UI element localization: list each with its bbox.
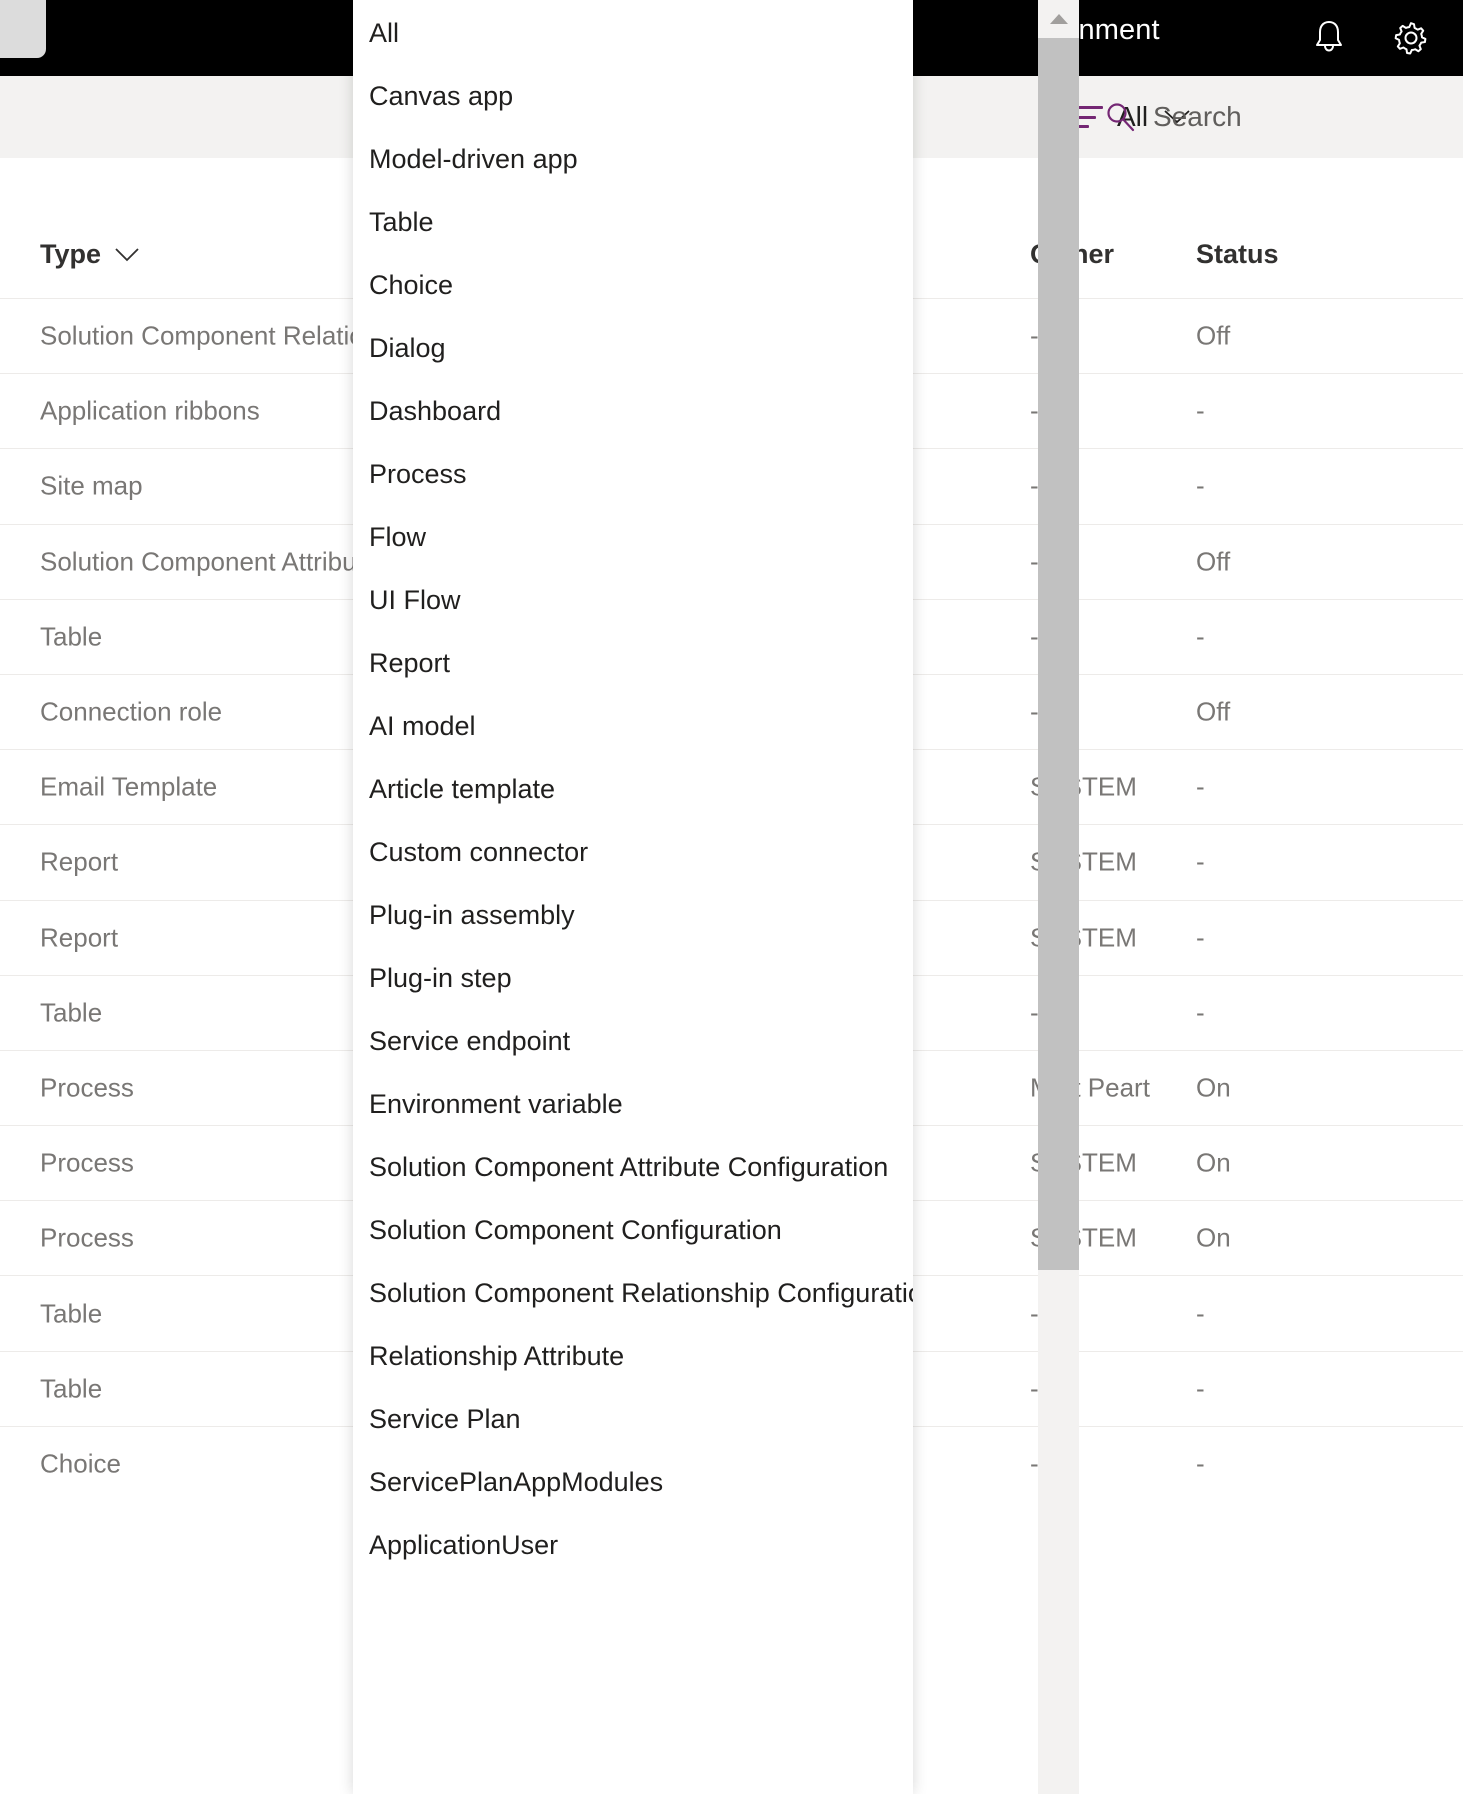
cell-type: Table — [40, 997, 102, 1028]
cell-type: Site map — [40, 471, 143, 502]
cell-status: - — [1196, 396, 1205, 427]
dropdown-option[interactable]: Custom connector — [353, 821, 913, 884]
cell-type: Table — [40, 621, 102, 652]
dropdown-option[interactable]: ApplicationUser — [353, 1514, 913, 1577]
search-icon — [1103, 100, 1137, 134]
cell-status: Off — [1196, 697, 1230, 728]
cell-status: - — [1196, 1373, 1205, 1404]
cell-type: Table — [40, 1373, 102, 1404]
cell-type: Connection role — [40, 697, 222, 728]
cell-type: Process — [40, 1148, 134, 1179]
dropdown-option[interactable]: Table — [353, 191, 913, 254]
dropdown-option[interactable]: Solution Component Relationship Configur… — [353, 1262, 913, 1325]
column-header-type[interactable]: Type — [40, 239, 139, 270]
dropdown-option[interactable]: Service endpoint — [353, 1010, 913, 1073]
cell-type: Process — [40, 1072, 134, 1103]
search-input[interactable]: Search — [1153, 101, 1242, 133]
dropdown-option[interactable]: Flow — [353, 506, 913, 569]
cell-type: Process — [40, 1223, 134, 1254]
cell-status: On — [1196, 1223, 1231, 1254]
dropdown-option[interactable]: Report — [353, 632, 913, 695]
dropdown-option[interactable]: Plug-in step — [353, 947, 913, 1010]
cell-status: On — [1196, 1072, 1231, 1103]
column-header-status[interactable]: Status — [1196, 239, 1279, 270]
dropdown-option[interactable]: Choice — [353, 254, 913, 317]
cell-type: Report — [40, 847, 118, 878]
gear-icon[interactable] — [1383, 10, 1439, 66]
dropdown-option[interactable]: Solution Component Configuration — [353, 1199, 913, 1262]
cell-status: Off — [1196, 321, 1230, 352]
cell-type: Application ribbons — [40, 396, 260, 427]
dropdown-option[interactable]: Service Plan — [353, 1388, 913, 1451]
browser-tab[interactable] — [0, 0, 46, 58]
dropdown-option[interactable]: Canvas app — [353, 65, 913, 128]
dropdown-option[interactable]: ServicePlanAppModules — [353, 1451, 913, 1514]
dropdown-option[interactable]: Environment variable — [353, 1073, 913, 1136]
dropdown-option[interactable]: Dashboard — [353, 380, 913, 443]
dropdown-option[interactable]: UI Flow — [353, 569, 913, 632]
cell-type: Email Template — [40, 772, 217, 803]
dropdown-option[interactable]: Process — [353, 443, 913, 506]
dropdown-option[interactable]: All — [353, 2, 913, 65]
cell-status: On — [1196, 1148, 1231, 1179]
cell-status: - — [1196, 1448, 1205, 1479]
bell-icon[interactable] — [1301, 10, 1357, 66]
dropdown-option[interactable]: Article template — [353, 758, 913, 821]
column-header-type-label: Type — [40, 239, 101, 270]
header-actions — [1301, 4, 1439, 72]
type-filter-dropdown: AllCanvas appModel-driven appTableChoice… — [353, 0, 913, 1794]
cell-status: - — [1196, 621, 1205, 652]
column-header-status-label: Status — [1196, 239, 1279, 270]
dropdown-option[interactable]: Dialog — [353, 317, 913, 380]
cell-type: Report — [40, 922, 118, 953]
cell-status: - — [1196, 772, 1205, 803]
cell-status: - — [1196, 997, 1205, 1028]
cell-status: - — [1196, 847, 1205, 878]
dropdown-option[interactable]: Relationship Attribute — [353, 1325, 913, 1388]
dropdown-option[interactable]: Solution Component Attribute Configurati… — [353, 1136, 913, 1199]
cell-status: Off — [1196, 546, 1230, 577]
cell-type: Table — [40, 1298, 102, 1329]
chevron-down-icon — [115, 247, 139, 263]
cell-type: Choice — [40, 1448, 121, 1479]
dropdown-scrollbar-thumb[interactable] — [1038, 38, 1079, 1270]
cell-status: - — [1196, 1298, 1205, 1329]
dropdown-option[interactable]: Model-driven app — [353, 128, 913, 191]
cell-status: - — [1196, 471, 1205, 502]
dropdown-option[interactable]: Plug-in assembly — [353, 884, 913, 947]
dropdown-option[interactable]: AI model — [353, 695, 913, 758]
type-filter-option-list: AllCanvas appModel-driven appTableChoice… — [353, 0, 913, 1577]
search-box[interactable]: Search — [1085, 76, 1242, 158]
app-root: Type Owner Status Solution Component Rel… — [0, 0, 1463, 1794]
cell-status: - — [1196, 922, 1205, 953]
caret-up-icon[interactable] — [1038, 0, 1079, 38]
dropdown-scrollbar[interactable] — [1038, 0, 1079, 1794]
